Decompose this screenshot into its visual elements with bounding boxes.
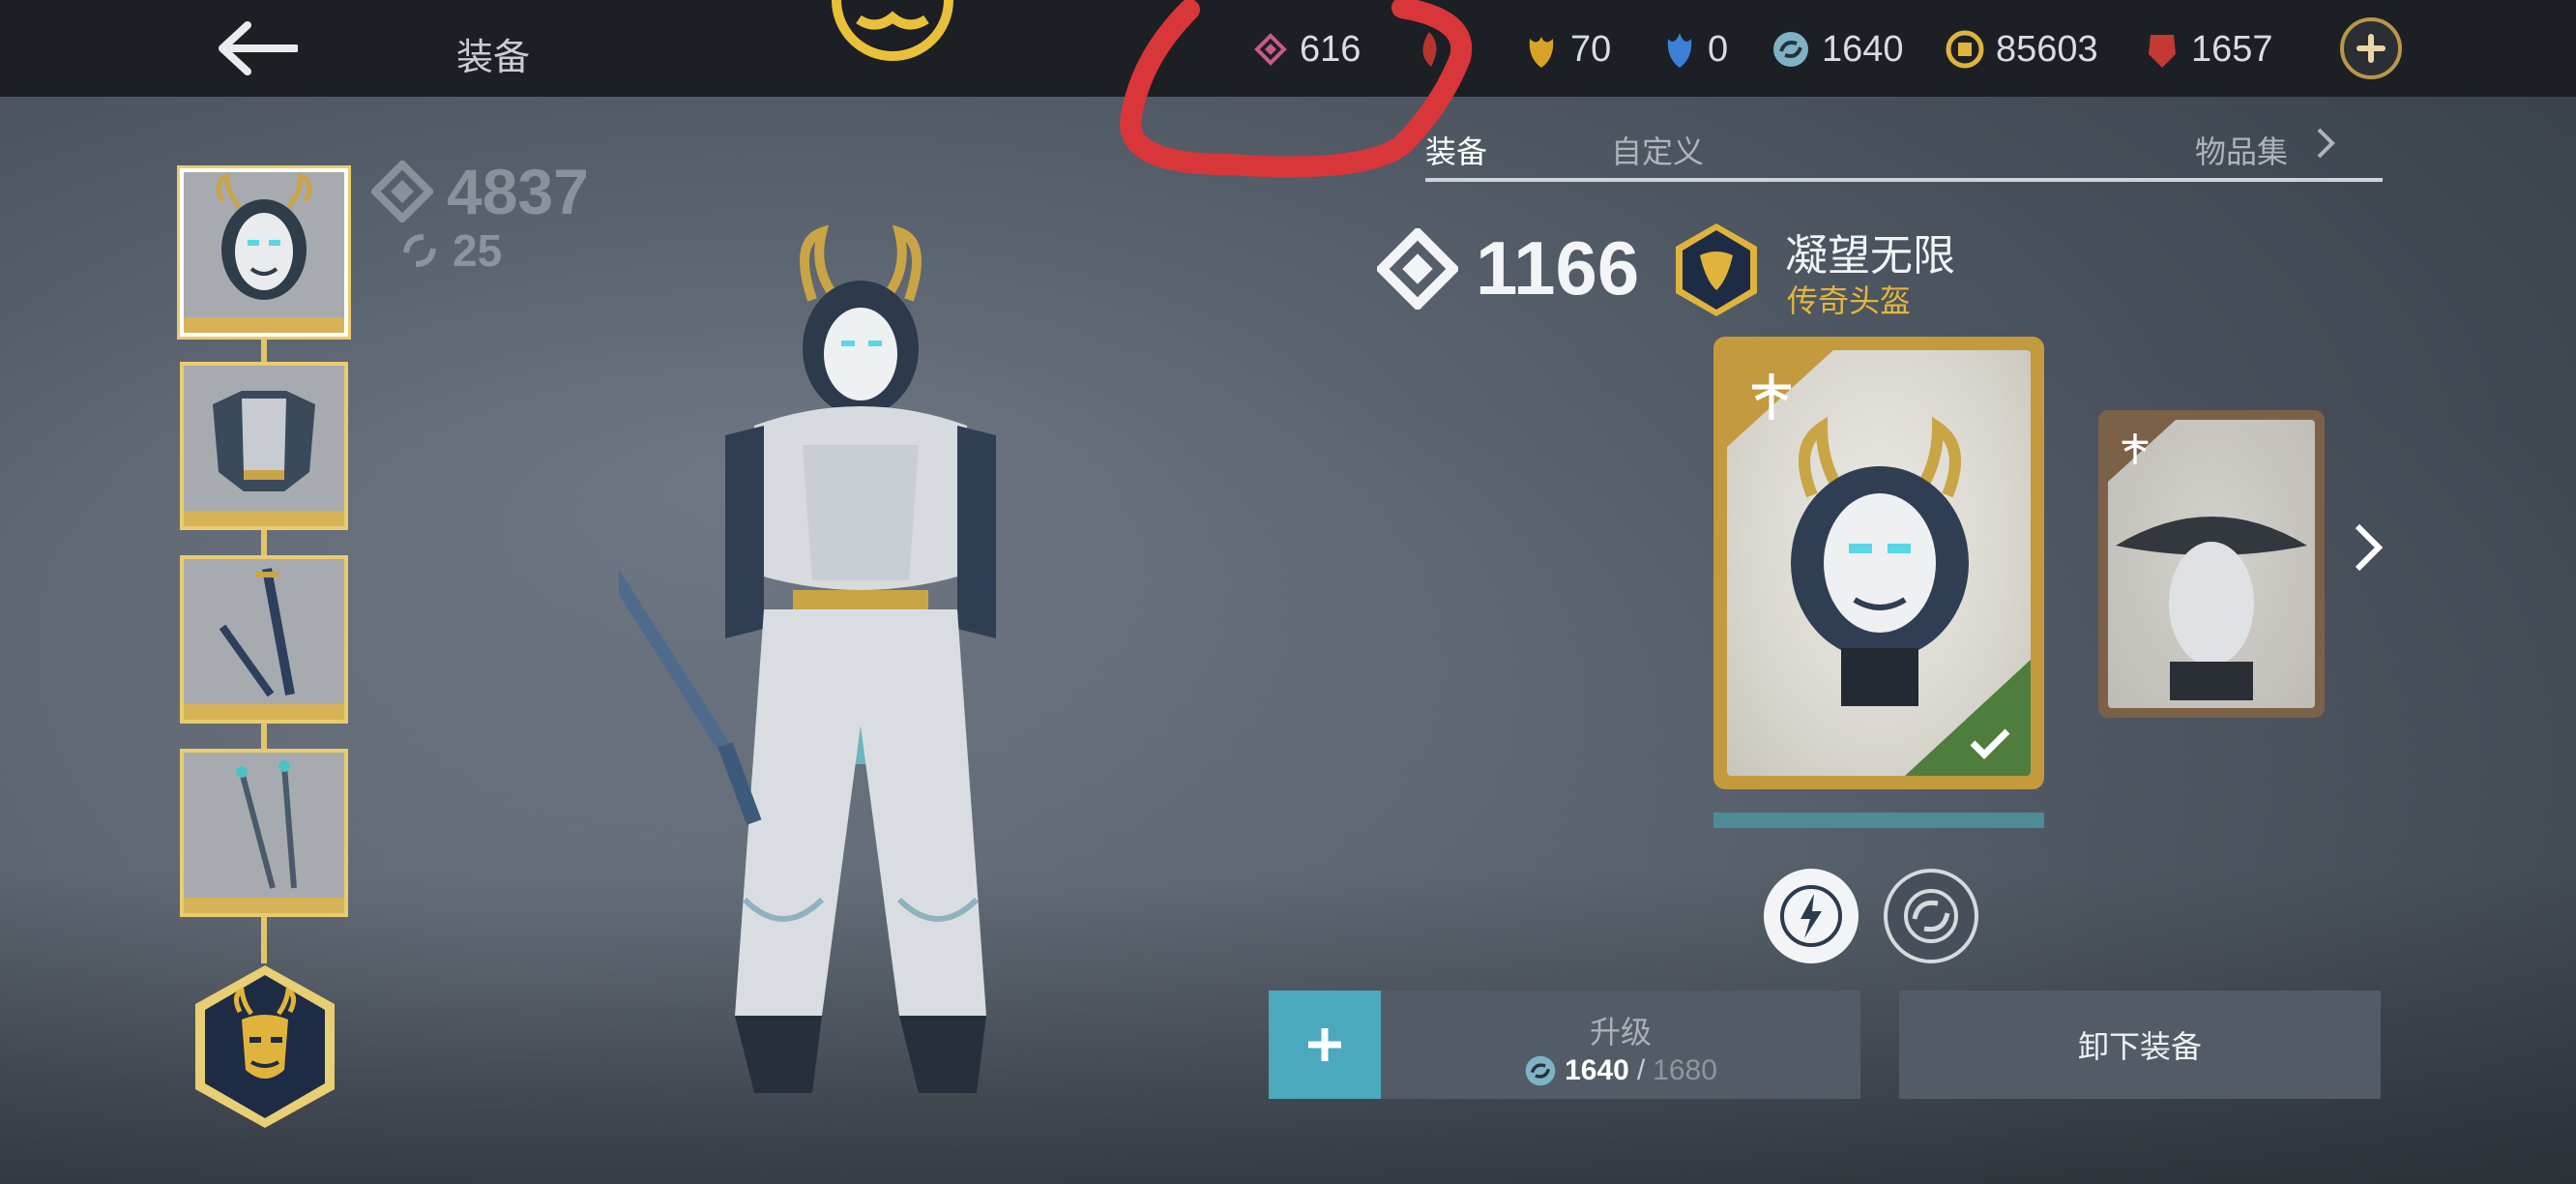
swirl-orb-icon (1904, 889, 1958, 943)
power-diamond-icon (371, 161, 433, 222)
upgrade-required: 1680 (1653, 1054, 1717, 1086)
upgrade-separator: / (1636, 1054, 1646, 1086)
power-diamond-icon (1377, 227, 1458, 310)
katana-icon (219, 568, 295, 697)
resource-ruby: 1657 (2145, 25, 2273, 74)
gold-leaf-icon (1529, 37, 1554, 68)
tab-equip[interactable]: 装备 (1425, 128, 1487, 172)
lightning-orb-icon (1780, 885, 1842, 947)
slot-chain (261, 528, 267, 557)
straw-hat-helmet-artwork (2116, 517, 2307, 700)
slot-weapon[interactable] (180, 555, 348, 724)
tabs-underline (1425, 178, 2383, 182)
item-power: 1166 (1377, 224, 1639, 312)
upgrade-cost: 1640 / 1680 (1381, 1054, 1860, 1087)
resource-leaf-value: 70 (1570, 28, 1612, 70)
page-title: 装备 (456, 38, 531, 78)
blue-crystal-icon (1667, 33, 1692, 68)
dragonfly-icon (2122, 433, 2149, 464)
arrow-left-icon (219, 21, 298, 75)
card-artwork (1727, 350, 2031, 776)
resource-leaf: 70 (1524, 25, 1611, 74)
item-name: 凝望无限 (1785, 232, 1955, 280)
resource-swirl-value: 1640 (1822, 28, 1904, 70)
slot-chain (261, 335, 267, 364)
armor-icon (213, 391, 315, 491)
slot-ranged-bar (184, 898, 344, 913)
chevron-right-icon (2317, 128, 2335, 159)
resource-crystal: 0 (1663, 25, 1728, 74)
item-power-value: 1166 (1476, 225, 1640, 311)
gold-coin-icon (1946, 30, 1984, 69)
equipped-helmet-card[interactable] (1713, 337, 2044, 789)
add-upgrade-resource-button[interactable] (1269, 991, 1381, 1099)
legendary-helmet-icon (1676, 223, 1757, 316)
resource-swirl: 1640 (1771, 25, 1904, 74)
daggers-icon (236, 760, 297, 889)
ruby-icon (2149, 35, 2176, 68)
oni-helmet-artwork (1791, 416, 1969, 706)
item-rarity-type: 传奇头盔 (1787, 283, 1912, 318)
skill-lightning-button[interactable] (1764, 869, 1859, 963)
unequip-button[interactable]: 卸下装备 (1899, 991, 2381, 1099)
plus-icon (1308, 1028, 1341, 1061)
resource-coin-value: 85603 (1996, 28, 2098, 70)
alternate-helmet-card[interactable] (2098, 410, 2325, 718)
upgrade-current: 1640 (1565, 1054, 1629, 1086)
skill-swirl-button[interactable] (1884, 869, 1978, 963)
player-level: 25 (400, 224, 589, 277)
card-artwork (2108, 420, 2315, 708)
swirl-level-icon (403, 234, 436, 267)
slot-ranged[interactable] (180, 749, 348, 917)
resource-coin: 85603 (1946, 25, 2098, 74)
resource-crystal-value: 0 (1708, 28, 1729, 70)
add-currency-button[interactable] (2340, 17, 2402, 79)
plus-icon (2356, 34, 2386, 63)
total-power-value: 4837 (447, 156, 589, 227)
slot-chain (261, 915, 267, 963)
back-button[interactable] (215, 15, 302, 81)
oni-mask-badge-icon[interactable] (190, 962, 340, 1132)
clan-emblem-icon (832, 0, 953, 61)
slot-helmet-bar (184, 317, 344, 333)
tab-custom[interactable]: 自定义 (1611, 128, 1704, 172)
player-level-value: 25 (453, 225, 503, 276)
slot-chain (261, 722, 267, 751)
character-model (619, 224, 996, 1093)
checkmark-icon (1970, 728, 2010, 759)
slot-armor-bar (184, 511, 344, 526)
upgrade-label: 升级 (1589, 1015, 1652, 1050)
total-power: 4837 (371, 155, 589, 228)
slot-helmet[interactable] (180, 168, 348, 337)
upgrade-button[interactable]: 升级 1640 / 1680 (1381, 991, 1860, 1099)
slot-armor[interactable] (180, 362, 348, 530)
equipment-tabs: 装备 自定义 物品集 (1425, 120, 2383, 184)
swirl-orb-icon (1525, 1055, 1556, 1086)
next-card-chevron-icon[interactable] (2354, 522, 2383, 573)
tab-collection[interactable]: 物品集 (2195, 128, 2288, 172)
slot-weapon-bar (184, 704, 344, 720)
swirl-orb-icon (1773, 32, 1808, 67)
resource-ruby-value: 1657 (2191, 28, 2273, 70)
helmet-icon (216, 172, 312, 300)
card-progress-bar (1713, 813, 2044, 828)
total-stats: 4837 25 (371, 155, 589, 277)
